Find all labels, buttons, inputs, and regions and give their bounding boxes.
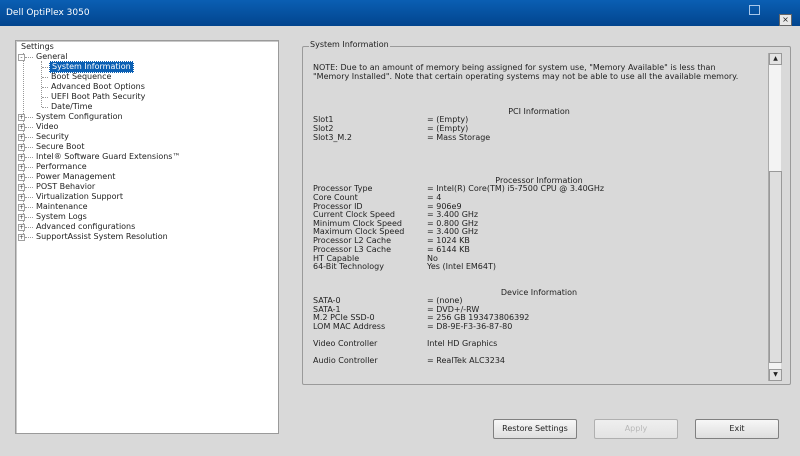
- info-label: Audio Controller: [313, 356, 378, 365]
- collapse-icon[interactable]: -: [18, 54, 25, 61]
- info-label: Maximum Clock Speed: [313, 227, 405, 236]
- info-label: Current Clock Speed: [313, 210, 395, 219]
- info-label: Slot1: [313, 115, 334, 124]
- tree-item-label: Video: [36, 122, 59, 131]
- info-value: = RealTek ALC3234: [427, 356, 505, 365]
- tree-item-label: Advanced configurations: [36, 222, 136, 231]
- window-title: Dell OptiPlex 3050: [6, 8, 90, 18]
- scroll-up-icon[interactable]: ▲: [769, 53, 782, 65]
- tree-item-label: Security: [36, 132, 69, 141]
- info-label: Slot3_M.2: [313, 133, 352, 142]
- tree-item-label: Intel® Software Guard Extensions™: [36, 152, 181, 161]
- close-button[interactable]: ×: [779, 14, 792, 26]
- tree-item-label: Advanced Boot Options: [51, 82, 145, 91]
- expand-icon[interactable]: +: [18, 124, 25, 131]
- restore-window-icon[interactable]: [749, 5, 760, 15]
- info-label: Slot2: [313, 124, 334, 133]
- info-label: Processor Type: [313, 184, 373, 193]
- content-scrollbar[interactable]: ▲ ▼: [768, 53, 782, 381]
- restore-settings-button[interactable]: Restore Settings: [493, 419, 577, 439]
- tree-item-label: POST Behavior: [36, 182, 96, 191]
- info-value: = 4: [427, 193, 442, 202]
- group-title: System Information: [309, 40, 390, 49]
- title-bar: Dell OptiPlex 3050 ×: [0, 0, 800, 26]
- expand-icon[interactable]: +: [18, 154, 25, 161]
- expand-icon[interactable]: +: [18, 184, 25, 191]
- section-title-pci: PCI Information: [508, 107, 570, 116]
- info-label: Processor L2 Cache: [313, 236, 392, 245]
- scroll-down-icon[interactable]: ▼: [769, 369, 782, 381]
- scroll-thumb[interactable]: [769, 171, 782, 363]
- info-value: = 256 GB 193473806392: [427, 313, 530, 322]
- info-value: = 3.400 GHz: [427, 210, 479, 219]
- expand-icon[interactable]: +: [18, 214, 25, 221]
- info-value: = 3.400 GHz: [427, 227, 479, 236]
- system-information-content: NOTE: Due to an amount of memory being a…: [310, 53, 768, 381]
- expand-icon[interactable]: +: [18, 224, 25, 231]
- tree-item-label: SupportAssist System Resolution: [36, 232, 168, 241]
- settings-tree: Settings - General System Information Bo…: [15, 40, 279, 434]
- expand-icon[interactable]: +: [18, 164, 25, 171]
- tree-item-label: Boot Sequence: [51, 72, 112, 81]
- info-value: = (none): [427, 296, 463, 305]
- tree-item-label: UEFI Boot Path Security: [51, 92, 146, 101]
- exit-button[interactable]: Exit: [695, 419, 779, 439]
- info-label: Processor L3 Cache: [313, 245, 392, 254]
- apply-button[interactable]: Apply: [594, 419, 678, 439]
- info-value: = D8-9E-F3-36-87-80: [427, 322, 513, 331]
- tree-item-label: Date/Time: [51, 102, 93, 111]
- info-value: = (Empty): [427, 115, 469, 124]
- expand-icon[interactable]: +: [18, 194, 25, 201]
- info-value: = Intel(R) Core(TM) i5-7500 CPU @ 3.40GH…: [427, 184, 605, 193]
- memory-note: NOTE: Due to an amount of memory being a…: [313, 63, 739, 81]
- tree-item-label: Power Management: [36, 172, 116, 181]
- expand-icon[interactable]: +: [18, 134, 25, 141]
- info-value: Intel HD Graphics: [427, 339, 498, 348]
- info-value: Yes (Intel EM64T): [427, 262, 496, 271]
- tree-item-label: Secure Boot: [36, 142, 85, 151]
- tree-item-label: Maintenance: [36, 202, 88, 211]
- info-label: 64-Bit Technology: [313, 262, 384, 271]
- info-value: = (Empty): [427, 124, 469, 133]
- info-label: LOM MAC Address: [313, 322, 386, 331]
- tree-item-label: System Logs: [36, 212, 87, 221]
- info-label: SATA-0: [313, 296, 341, 305]
- section-title-device: Device Information: [500, 288, 578, 297]
- expand-icon[interactable]: +: [18, 234, 25, 241]
- info-value: = 6144 KB: [427, 245, 470, 254]
- expand-icon[interactable]: +: [18, 114, 25, 121]
- info-value: = Mass Storage: [427, 133, 491, 142]
- info-value: = 1024 KB: [427, 236, 470, 245]
- expand-icon[interactable]: +: [18, 174, 25, 181]
- tree-item-label: Virtualization Support: [36, 192, 123, 201]
- expand-icon[interactable]: +: [18, 144, 25, 151]
- info-label: M.2 PCIe SSD-0: [313, 313, 375, 322]
- tree-item-label: System Configuration: [36, 112, 123, 121]
- info-label: Core Count: [313, 193, 358, 202]
- tree-item-label: Performance: [36, 162, 87, 171]
- tree-root-settings: Settings: [21, 42, 54, 51]
- info-label: Video Controller: [313, 339, 378, 348]
- expand-icon[interactable]: +: [18, 204, 25, 211]
